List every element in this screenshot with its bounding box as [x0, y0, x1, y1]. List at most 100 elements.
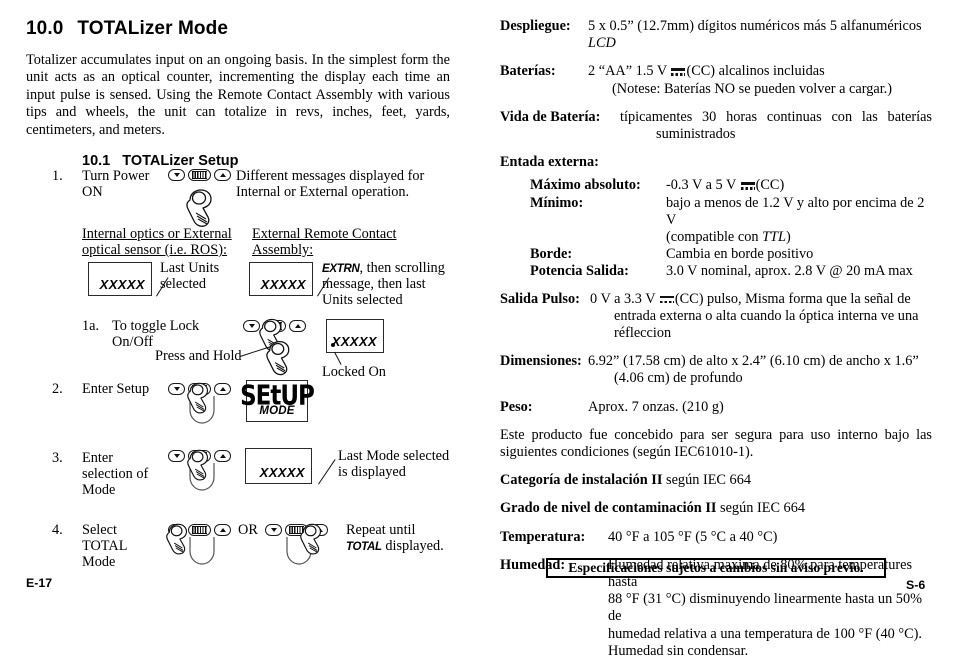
humidity-line4: Humedad sin condensar.: [608, 642, 749, 659]
triangle-up-icon[interactable]: [214, 169, 231, 181]
triangle-down-icon[interactable]: [168, 169, 185, 181]
remote-contact-head-line2: Assembly:: [252, 242, 314, 258]
step-1-keypad[interactable]: [168, 169, 231, 181]
safety-paragraph: Este producto fue concebido para ser seg…: [500, 426, 932, 461]
dc-voltage-icon: [740, 181, 755, 190]
remote-contact-head-line1: External Remote Contact: [252, 226, 397, 242]
triangle-down-icon[interactable]: [168, 383, 185, 395]
spec-value: Cambia en borde positivo: [666, 246, 814, 263]
lcd-display-locked: XXXXX: [326, 319, 384, 353]
folio-right: S-6: [906, 578, 926, 592]
triangle-down-icon[interactable]: [168, 450, 185, 462]
spec-vida-bateria: Vida de Batería: típicamentes 30 horas c…: [500, 109, 932, 143]
triangle-up-icon[interactable]: [214, 524, 231, 536]
spec-key: Borde:: [530, 246, 573, 263]
step-1a-number: 1a.: [82, 318, 100, 334]
spec-value: 2 “AA” 1.5 V (CC) alcalinos incluidas: [588, 63, 932, 80]
spec-key: Dimensiones:: [500, 353, 582, 370]
leader-line: [318, 459, 336, 485]
step-3-label-line1: Enter: [82, 450, 113, 466]
step-1a-label-line1: To toggle Lock: [112, 318, 200, 334]
spec-key: Potencia Salida:: [530, 263, 629, 280]
step-2-label: Enter Setup: [82, 381, 150, 397]
dc-voltage-icon: [671, 67, 686, 76]
spec-despliegue: Despliegue: 5 x 0.5” (12.7mm) dígitos nu…: [500, 18, 932, 52]
step-4-number: 4.: [52, 522, 63, 538]
minimo-line2-pre: (compatible con: [666, 229, 763, 246]
step-4-label-line2: TOTAL: [82, 538, 128, 554]
spec-value: 3.0 V nominal, aprox. 2.8 V @ 20 mA max: [666, 263, 913, 280]
page-title: 10.0 TOTALizer Mode: [26, 18, 466, 40]
step-4-or-label: OR: [238, 522, 258, 538]
install-category-rest: según IEC 664: [662, 472, 751, 489]
specifications-notice: Especificaciones sujetos a cambios sin a…: [546, 558, 886, 578]
spec-key: Baterías:: [500, 63, 556, 80]
battery-life-line2: suministrados: [656, 126, 736, 143]
spec-temperatura: Temperatura: 40 °F a 105 °F (5 °C a 40 °…: [500, 529, 932, 546]
step-4-note-line1: Repeat until: [346, 522, 416, 538]
spec-potencia-salida: Potencia Salida: 3.0 V nominal, aprox. 2…: [530, 263, 932, 280]
hand-pointer-press-hold-icon: [265, 338, 307, 378]
internal-optics-head-line1: Internal optics or External: [82, 226, 232, 242]
external-caption-line2: message, then last: [322, 276, 426, 292]
spec-install-category: Categoría de instalación II según IEC 66…: [500, 472, 932, 489]
step-1a-label-line2: On/Off: [112, 334, 154, 350]
spec-value: 6.92” (17.58 cm) de alto x 2.4” (6.10 cm…: [588, 353, 919, 370]
hand-pointer-icon: [186, 186, 230, 230]
spec-minimo: Mínimo: bajo a menos de 1.2 V y alto por…: [530, 195, 932, 247]
triangle-down-icon[interactable]: [265, 524, 282, 536]
spec-dimensiones: Dimensiones: 6.92” (17.58 cm) de alto x …: [500, 353, 932, 387]
hand-pointer-icon: [299, 521, 337, 557]
setup-display-text: SEtUP: [240, 380, 315, 411]
heading-text: Entada externa:: [500, 154, 599, 171]
max-abs-post: (CC): [755, 177, 785, 194]
step-3-label-line3: Mode: [82, 482, 116, 498]
install-category-bold: Categoría de instalación II: [500, 472, 663, 489]
spec-borde: Borde: Cambia en borde positivo: [530, 246, 932, 263]
spec-salida-pulso: Salida Pulso: 0 V a 3.3 V (CC) pulso, Mi…: [500, 291, 932, 343]
pulse-line1-pre: 0 V a 3.3 V: [590, 290, 659, 307]
intro-paragraph: Totalizer accumulates input on an ongoin…: [26, 52, 450, 138]
humidity-line2: 88 °F (31 °C) disminuyendo linearmente h…: [608, 591, 923, 625]
step-2-number: 2.: [52, 381, 63, 397]
batteries-line2: (Notese: Baterías NO se pueden volver a …: [612, 80, 893, 97]
spec-peso: Peso: Aprox. 7 onzas. (210 g): [500, 399, 932, 416]
subsection-heading: 10.1 TOTALizer Setup: [82, 153, 466, 169]
external-caption-rest: , then scrolling: [359, 260, 445, 276]
press-and-hold-label: Press and Hold: [155, 348, 242, 364]
minimo-line2: (compatible con TTL): [666, 229, 932, 246]
mode-ridged-key-icon[interactable]: [188, 169, 211, 181]
step-4-note-line2: TOTAL displayed.: [346, 538, 444, 556]
external-input-rows: Máximo absoluto: -0.3 V a 5 V (CC) Mínim…: [530, 177, 932, 280]
spec-key: Temperatura:: [500, 528, 586, 545]
step-1-note-line1: Different messages displayed for: [236, 168, 425, 184]
step-3-number: 3.: [52, 450, 63, 466]
spec-pollution-degree: Grado de nivel de contaminación II según…: [500, 500, 932, 517]
folio-left: E-17: [26, 576, 53, 590]
lcd-value: XXXXX: [259, 465, 305, 481]
pollution-degree-rest: según IEC 664: [716, 500, 806, 517]
spec-maximo-absoluto: Máximo absoluto: -0.3 V a 5 V (CC): [530, 177, 932, 194]
batteries-line1-pre: 2 “AA” 1.5 V: [588, 63, 671, 80]
spec-key: Máximo absoluto:: [530, 177, 641, 194]
step-1-label-line2: ON: [82, 184, 103, 200]
spec-key: Despliegue:: [500, 18, 571, 34]
spec-value: típicamentes 30 horas continuas con las …: [620, 108, 932, 125]
internal-optics-head-line2: optical sensor (i.e. ROS):: [82, 242, 227, 258]
pulse-line2: entrada externa o alta cuando la óptica …: [614, 307, 919, 342]
lcd-display-setup-mode: SEtUP MODE: [240, 380, 315, 422]
step-1-number: 1.: [52, 168, 63, 184]
locked-on-caption: Locked On: [322, 364, 386, 380]
hand-pointer-icon: [186, 380, 224, 416]
manual-page-spread: 10.0 TOTALizer Mode Totalizer accumulates…: [0, 0, 954, 659]
minimo-line2-italic: TTL: [762, 229, 786, 246]
section-number: 10.0: [26, 18, 64, 39]
step-1-label-line1: Turn Power: [82, 168, 150, 184]
internal-caption-line2: selected: [160, 276, 207, 292]
lcd-display-mode: XXXXX: [245, 448, 312, 484]
pulse-line1-post: (CC) pulso, Misma forma que la señal de: [674, 290, 911, 307]
lcd-display-internal: XXXXX: [88, 262, 152, 296]
external-caption-line3: Units selected: [322, 292, 403, 308]
segment-text-total: TOTAL: [346, 541, 382, 553]
left-page-column: 10.0 TOTALizer Mode Totalizer accumulates…: [26, 18, 466, 183]
